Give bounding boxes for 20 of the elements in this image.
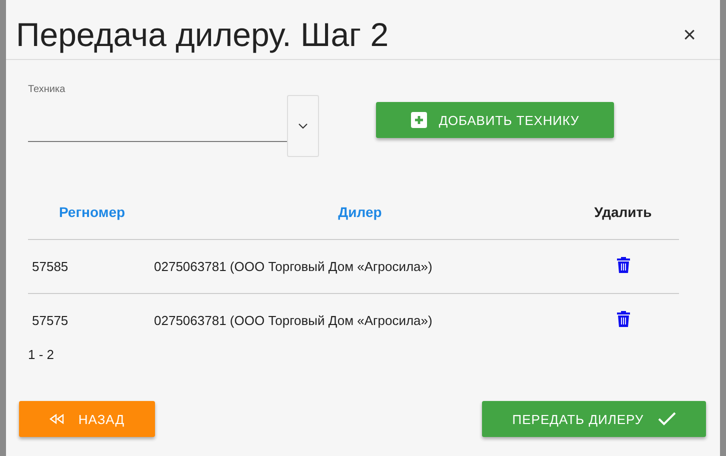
plus-square-icon (410, 112, 427, 128)
chevron-down-icon (298, 123, 308, 129)
checkmark-icon (658, 412, 676, 426)
table-cell: 57575 (28, 294, 153, 347)
table-cell: 0275063781 (ООО Торговый Дом «Агросила») (153, 294, 567, 347)
add-button[interactable]: ДОБАВИТЬ ТЕХНИКУ (376, 102, 614, 138)
dialog-title: Передача дилеру. Шаг 2 (16, 16, 389, 54)
field-label: Техника (28, 84, 66, 95)
column-header[interactable]: Регномер (28, 185, 153, 240)
trash-icon[interactable] (616, 257, 630, 273)
column-header: Удалить (567, 185, 679, 240)
pagination-text: 1 - 2 (28, 347, 54, 362)
submit-button[interactable]: ПЕРЕДАТЬ ДИЛЕРУ (482, 401, 706, 437)
table-cell: 0275063781 (ООО Торговый Дом «Агросила») (153, 240, 567, 294)
close-button[interactable]: × (679, 22, 700, 48)
rewind-icon (49, 414, 64, 424)
table-cell: 57585 (28, 240, 153, 294)
column-header[interactable]: Дилер (153, 185, 567, 240)
back-button[interactable]: НАЗАД (19, 401, 155, 437)
trash-icon[interactable] (616, 311, 630, 327)
